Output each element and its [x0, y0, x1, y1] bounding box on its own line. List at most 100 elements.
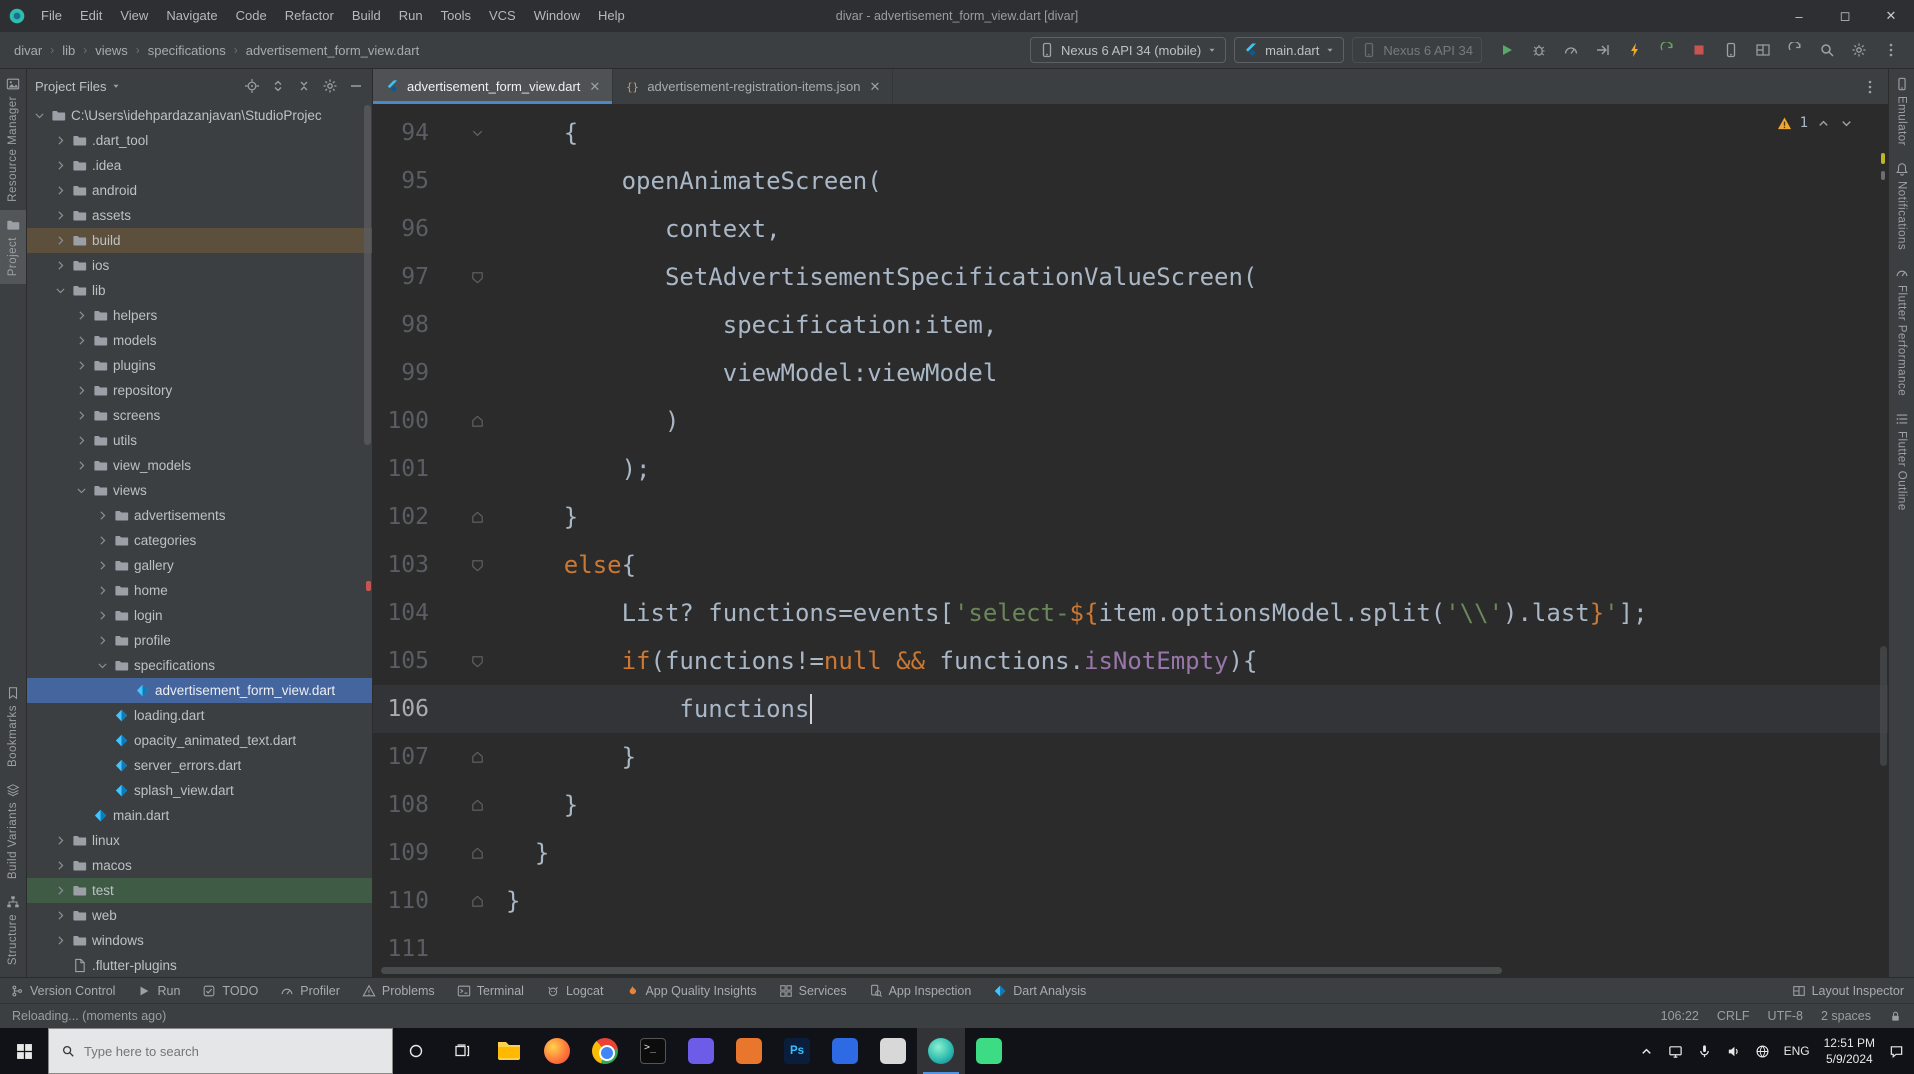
- breadcrumb-item[interactable]: divar: [10, 41, 46, 60]
- hot-reload-button[interactable]: [1622, 37, 1648, 63]
- expand-all-icon[interactable]: [270, 78, 286, 94]
- tree-item-android[interactable]: android: [27, 178, 372, 203]
- tree-expand-arrow[interactable]: [54, 234, 67, 247]
- tree-expand-arrow[interactable]: [96, 534, 109, 547]
- code-line-96[interactable]: 96 context,: [373, 205, 1888, 253]
- run-config-selector[interactable]: main.dart: [1234, 37, 1345, 63]
- tree-item-models[interactable]: models: [27, 328, 372, 353]
- breadcrumb-item[interactable]: advertisement_form_view.dart: [242, 41, 423, 60]
- chrome-taskbar-button[interactable]: [581, 1028, 629, 1074]
- tree-expand-arrow[interactable]: [54, 184, 67, 197]
- tree-item-login[interactable]: login: [27, 603, 372, 628]
- volume-icon[interactable]: [1726, 1044, 1741, 1059]
- device-manager-button[interactable]: [1718, 37, 1744, 63]
- close-tab-icon[interactable]: ✕: [589, 79, 600, 95]
- tool-stripe-notifications[interactable]: Notifications: [1889, 154, 1914, 258]
- tree-expand-arrow[interactable]: [54, 859, 67, 872]
- menu-edit[interactable]: Edit: [71, 0, 111, 32]
- more-actions-button[interactable]: [1878, 37, 1904, 63]
- tool-window-app-inspection[interactable]: App Inspection: [869, 984, 971, 998]
- tree-item-categories[interactable]: categories: [27, 528, 372, 553]
- tree-item-.dart_tool[interactable]: .dart_tool: [27, 128, 372, 153]
- cortana-button[interactable]: [393, 1028, 439, 1074]
- tree-collapse-arrow[interactable]: [75, 484, 88, 497]
- fold-marker-fup[interactable]: [465, 889, 489, 913]
- fold-marker-chev[interactable]: [465, 121, 489, 145]
- file-explorer-taskbar-button[interactable]: [485, 1028, 533, 1074]
- code-line-101[interactable]: 101 );: [373, 445, 1888, 493]
- menu-tools[interactable]: Tools: [432, 0, 480, 32]
- line-ending[interactable]: CRLF: [1717, 1009, 1750, 1023]
- code-line-104[interactable]: 104 List? functions=events['select- ${ite…: [373, 589, 1888, 637]
- tree-expand-arrow[interactable]: [75, 359, 88, 372]
- tool-window-dart-analysis[interactable]: Dart Analysis: [993, 984, 1086, 998]
- code-line-95[interactable]: 95 openAnimateScreen(: [373, 157, 1888, 205]
- command-prompt-taskbar-button[interactable]: >_: [629, 1028, 677, 1074]
- taskbar-search-input[interactable]: [84, 1043, 380, 1059]
- menu-file[interactable]: File: [32, 0, 71, 32]
- tree-item-splash_view.dart[interactable]: splash_view.dart: [27, 778, 372, 803]
- hide-panel-icon[interactable]: [348, 78, 364, 94]
- tool-window-services[interactable]: Services: [779, 984, 847, 998]
- fold-marker-fup[interactable]: [465, 745, 489, 769]
- tree-item-.flutter-plugins[interactable]: .flutter-plugins: [27, 953, 372, 977]
- tree-expand-arrow[interactable]: [75, 384, 88, 397]
- tab-options-icon[interactable]: [1862, 79, 1878, 95]
- fold-marker-fup[interactable]: [465, 793, 489, 817]
- tree-item-lib[interactable]: lib: [27, 278, 372, 303]
- tree-item-linux[interactable]: linux: [27, 828, 372, 853]
- tool-stripe-flutter-performance[interactable]: Flutter Performance: [1889, 258, 1914, 404]
- menu-view[interactable]: View: [111, 0, 157, 32]
- code-line-94[interactable]: 94 {: [373, 109, 1888, 157]
- android-studio-taskbar-button[interactable]: [917, 1028, 965, 1074]
- fold-marker-fdown[interactable]: [465, 553, 489, 577]
- error-stripe-warning-mark[interactable]: [1881, 153, 1885, 164]
- tree-item-view_models[interactable]: view_models: [27, 453, 372, 478]
- layout-inspector-button[interactable]: [1750, 37, 1776, 63]
- chevron-down-icon[interactable]: [111, 81, 121, 91]
- tree-expand-arrow[interactable]: [96, 609, 109, 622]
- prev-warning-icon[interactable]: [1816, 116, 1831, 131]
- tree-collapse-arrow[interactable]: [33, 109, 46, 122]
- code-line-97[interactable]: 97 SetAdvertisementSpecificationValueScr…: [373, 253, 1888, 301]
- close-tab-icon[interactable]: ✕: [869, 79, 880, 95]
- fold-marker-fup[interactable]: [465, 505, 489, 529]
- code-line-103[interactable]: 103 else{: [373, 541, 1888, 589]
- tree-item-main.dart[interactable]: main.dart: [27, 803, 372, 828]
- code-line-109[interactable]: 109 }: [373, 829, 1888, 877]
- minimize-button[interactable]: –: [1776, 0, 1822, 32]
- tree-item-helpers[interactable]: helpers: [27, 303, 372, 328]
- photoshop-taskbar-button[interactable]: Ps: [773, 1028, 821, 1074]
- tree-item-views[interactable]: views: [27, 478, 372, 503]
- maximize-button[interactable]: ◻: [1822, 0, 1868, 32]
- lock-icon[interactable]: [1889, 1010, 1902, 1023]
- fold-marker-fdown[interactable]: [465, 265, 489, 289]
- code-area[interactable]: 94 { 95 openAnimateScreen( 96 context, 9…: [373, 105, 1888, 977]
- network-icon[interactable]: [1755, 1044, 1770, 1059]
- tree-expand-arrow[interactable]: [96, 634, 109, 647]
- menu-vcs[interactable]: VCS: [480, 0, 525, 32]
- editor-tab[interactable]: {} advertisement-registration-items.json…: [613, 69, 894, 104]
- breadcrumb-item[interactable]: views: [91, 41, 132, 60]
- tree-item-advertisements[interactable]: advertisements: [27, 503, 372, 528]
- error-stripe-mark[interactable]: [1881, 171, 1885, 180]
- tool-stripe-bookmarks[interactable]: Bookmarks: [0, 678, 26, 775]
- tool-stripe-structure[interactable]: Structure: [0, 887, 26, 973]
- tool-window-profiler[interactable]: Profiler: [280, 984, 340, 998]
- layout-inspector-button[interactable]: Layout Inspector: [1792, 984, 1904, 998]
- action-center-icon[interactable]: [1889, 1044, 1904, 1059]
- sync-project-button[interactable]: [1782, 37, 1808, 63]
- code-line-110[interactable]: 110 }: [373, 877, 1888, 925]
- code-line-107[interactable]: 107 }: [373, 733, 1888, 781]
- project-scrollbar[interactable]: [364, 105, 371, 445]
- indent-setting[interactable]: 2 spaces: [1821, 1009, 1871, 1023]
- editor-tab[interactable]: advertisement_form_view.dart ✕: [373, 69, 614, 104]
- tree-item-screens[interactable]: screens: [27, 403, 372, 428]
- tool-stripe-project[interactable]: Project: [0, 209, 26, 285]
- tool-window-problems[interactable]: Problems: [362, 984, 435, 998]
- tree-item-.idea[interactable]: .idea: [27, 153, 372, 178]
- tool-window-run[interactable]: Run: [137, 984, 180, 998]
- tool-window-logcat[interactable]: Logcat: [546, 984, 603, 998]
- tree-item-home[interactable]: home: [27, 578, 372, 603]
- horizontal-scrollbar[interactable]: [381, 967, 1503, 974]
